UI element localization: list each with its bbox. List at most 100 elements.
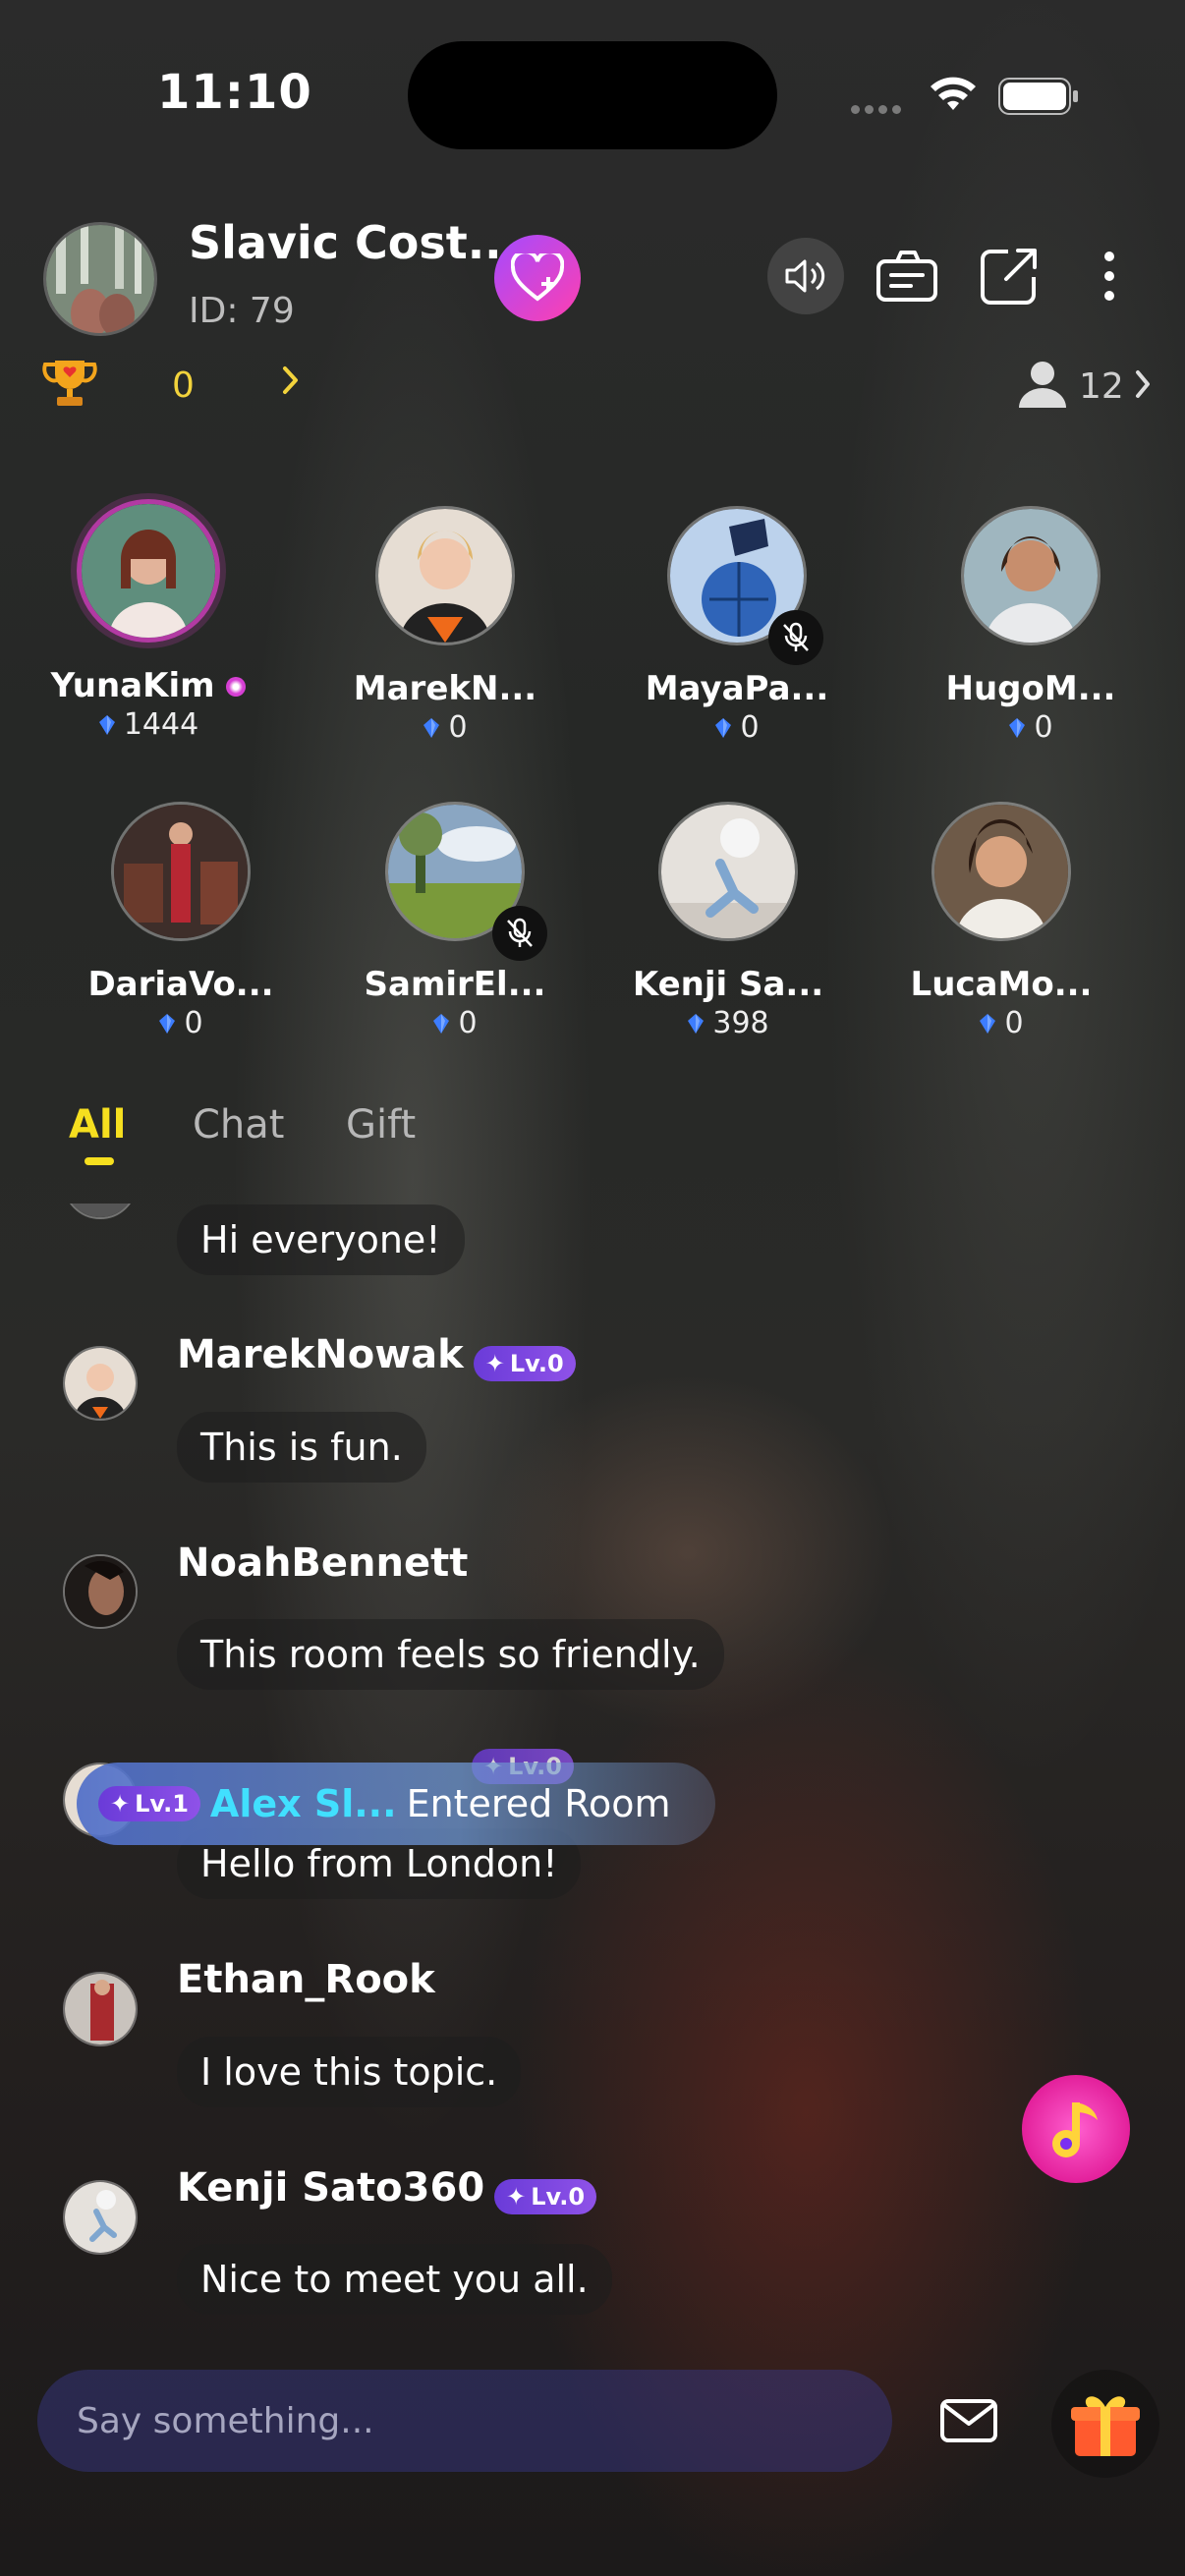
- signal-dot: [892, 105, 901, 114]
- entry-text: Entered Room: [406, 1782, 671, 1825]
- message-bubble: I love this topic.: [177, 2037, 522, 2107]
- level-badge: ✦ Lv.0: [473, 1345, 576, 1381]
- seat-name: HugoM...: [945, 669, 1116, 708]
- avatar: [111, 802, 251, 941]
- seat-7[interactable]: Kenji Sa... 398: [630, 802, 826, 1040]
- avatar: [931, 802, 1071, 941]
- trophy-count: 0: [172, 365, 195, 406]
- room-title: Slavic Cost...: [189, 216, 520, 269]
- seat-score: 1444: [50, 707, 247, 742]
- mail-icon: [940, 2399, 997, 2442]
- seat-score: 398: [630, 1006, 826, 1040]
- message-header: NoahBennett: [177, 1540, 468, 1586]
- diamond-icon: [980, 1013, 996, 1034]
- room-avatar[interactable]: [43, 222, 157, 336]
- music-button[interactable]: [1022, 2075, 1130, 2183]
- seat-name: Kenji Sa...: [632, 965, 824, 1004]
- battery-icon: [998, 78, 1078, 115]
- sender-name[interactable]: NoahBennett: [177, 1540, 468, 1586]
- entry-notification: ✦ Lv.1 Alex Sl... Entered Room: [77, 1763, 715, 1845]
- seat-score: 0: [903, 1006, 1100, 1040]
- seat-score: 0: [347, 710, 543, 745]
- message-input-bar[interactable]: [37, 2370, 892, 2472]
- signal-dot: [865, 105, 874, 114]
- sender-name[interactable]: MarekNowak: [177, 1332, 464, 1377]
- mic-muted-icon: [768, 610, 823, 665]
- seat-4[interactable]: HugoM... 0: [932, 506, 1129, 745]
- speaker-icon: [785, 259, 825, 293]
- person-icon: [1019, 362, 1066, 408]
- tab-all[interactable]: All: [69, 1102, 126, 1148]
- level-badge: ✦ Lv.0: [494, 2178, 597, 2214]
- dynamic-island: [408, 41, 777, 149]
- avatar: [63, 1204, 138, 1219]
- seat-name: LucaMo...: [910, 965, 1093, 1004]
- sender-name[interactable]: Ethan_Rook: [177, 1957, 435, 2002]
- follow-room-button[interactable]: [494, 235, 581, 321]
- message-header: MarekNowak ✦ Lv.0: [177, 1332, 576, 1381]
- room-id: ID: 79: [189, 291, 295, 331]
- viewer-count[interactable]: 12: [1079, 366, 1124, 407]
- entry-user-name: Alex Sl...: [209, 1782, 397, 1825]
- avatar: [961, 506, 1100, 645]
- notice-button[interactable]: [869, 238, 945, 314]
- sender-name[interactable]: Kenji Sato360: [177, 2165, 484, 2211]
- seat-1[interactable]: YunaKim 1444: [50, 499, 247, 742]
- seat-score: 0: [932, 710, 1129, 745]
- chevron-right-icon[interactable]: [280, 364, 302, 397]
- seat-5[interactable]: DariaVo... 0: [83, 802, 279, 1040]
- message-bubble: This is fun.: [177, 1412, 426, 1483]
- avatar[interactable]: [63, 2180, 138, 2255]
- status-time: 11:10: [157, 65, 312, 120]
- briefcase-icon: [876, 251, 937, 302]
- diamond-icon: [159, 1013, 176, 1034]
- avatar[interactable]: [63, 1346, 138, 1421]
- tab-chat[interactable]: Chat: [193, 1102, 284, 1148]
- avatar: [658, 802, 798, 941]
- gift-button[interactable]: [1051, 2370, 1159, 2478]
- seat-name: MarekN...: [353, 669, 537, 708]
- seat-name: SamirEl...: [364, 965, 546, 1004]
- heart-plus-icon: [511, 253, 564, 302]
- diamond-icon: [98, 714, 115, 735]
- seat-6[interactable]: SamirEl... 0: [357, 802, 553, 1040]
- trophy-icon[interactable]: [41, 357, 98, 410]
- messages-button[interactable]: [933, 2385, 1004, 2456]
- host-badge-icon: [226, 677, 247, 697]
- seat-score: 0: [83, 1006, 279, 1040]
- avatar[interactable]: [63, 1554, 138, 1629]
- seat-name: MayaPa...: [645, 669, 829, 708]
- diamond-icon: [423, 717, 440, 738]
- music-note-icon: [1052, 2102, 1098, 2157]
- seat-2[interactable]: MarekN... 0: [347, 506, 543, 745]
- gift-icon: [1071, 2396, 1140, 2456]
- wifi-icon: [931, 77, 976, 110]
- seat-8[interactable]: LucaMo... 0: [903, 802, 1100, 1040]
- more-button[interactable]: [1071, 238, 1148, 314]
- sound-button[interactable]: [767, 238, 844, 314]
- avatar: [375, 506, 515, 645]
- message-header: Ethan_Rook: [177, 1957, 435, 2002]
- diamond-icon: [688, 1013, 705, 1034]
- seat-name: YunaKim: [50, 666, 247, 705]
- signal-dot: [878, 105, 887, 114]
- share-icon: [981, 249, 1037, 305]
- message-bubble: Hi everyone!: [177, 1204, 465, 1275]
- message-bubble: Nice to meet you all.: [177, 2244, 612, 2315]
- seat-name: DariaVo...: [87, 965, 274, 1004]
- mic-muted-icon: [492, 906, 547, 961]
- seat-3[interactable]: MayaPa... 0: [639, 506, 835, 745]
- avatar: [77, 499, 220, 643]
- more-vertical-icon: [1104, 252, 1114, 301]
- share-button[interactable]: [971, 238, 1047, 314]
- message-header: Kenji Sato360 ✦ Lv.0: [177, 2165, 597, 2214]
- tab-gift[interactable]: Gift: [346, 1102, 416, 1148]
- level-badge: ✦ Lv.1: [98, 1786, 200, 1821]
- avatar[interactable]: [63, 1972, 138, 2046]
- message-bubble: This room feels so friendly.: [177, 1619, 724, 1690]
- diamond-icon: [1009, 717, 1026, 738]
- chevron-right-icon[interactable]: [1133, 368, 1153, 400]
- message-input[interactable]: [75, 2399, 845, 2442]
- seat-score: 0: [357, 1006, 553, 1040]
- signal-dot: [851, 105, 860, 114]
